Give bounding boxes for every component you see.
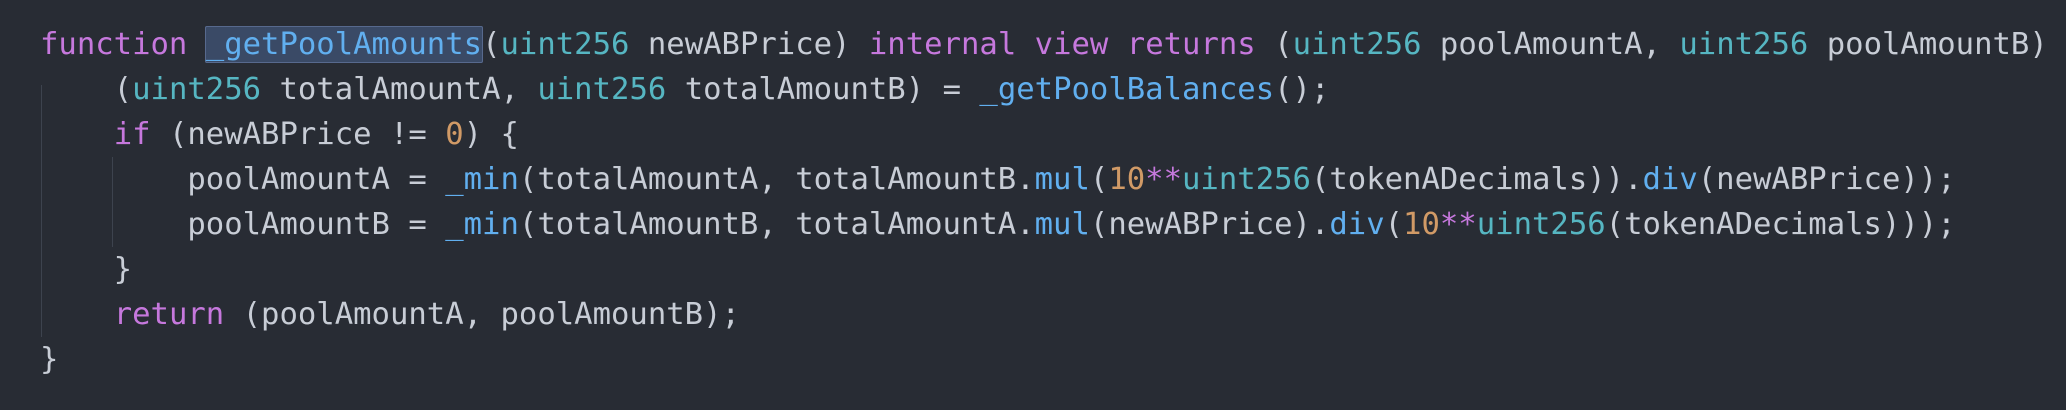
code-text: ) { [463,117,519,152]
number-token: 10 [1403,207,1440,242]
number-token: 0 [445,117,464,152]
code-text: (tokenADecimals)). [1310,162,1643,197]
code-text: ( [1089,162,1109,197]
code-text: poolAmountA, [1421,27,1680,62]
code-text: (poolAmountA, poolAmountB); [224,297,740,332]
code-text: totalAmountA, [261,72,538,107]
keyword-token: view [1034,27,1109,62]
function-name-token: mul [1034,207,1090,242]
code-line[interactable]: if (newABPrice != 0) { [40,112,2066,157]
function-name-token: div [1329,207,1385,242]
code-text: totalAmountB) = [666,72,980,107]
type-token: uint256 [1182,162,1311,197]
code-text: (tokenADecimals))); [1605,207,1956,242]
type-token: uint256 [1292,27,1422,62]
code-line[interactable]: } [40,247,2066,292]
type-token: uint256 [132,72,262,107]
code-text: } [40,252,133,287]
code-text: ( [1384,207,1404,242]
code-text: newABPrice) [629,27,869,62]
keyword-token: return [113,297,225,332]
function-name-token: _getPoolBalances [979,72,1275,107]
code-editor[interactable]: function _getPoolAmounts(uint256 newABPr… [0,0,2066,410]
operator-token: ** [1439,207,1477,242]
keyword-token: returns [1126,27,1256,62]
code-line[interactable]: (uint256 totalAmountA, uint256 totalAmou… [40,67,2066,112]
code-line[interactable]: poolAmountB = _min(totalAmountB, totalAm… [40,202,2066,247]
function-name-token: div [1642,162,1698,197]
keyword-token: internal [868,27,1017,62]
operator-token: ** [1145,162,1183,197]
type-token: uint256 [500,27,630,62]
code-text: (); [1274,72,1330,107]
code-block[interactable]: function _getPoolAmounts(uint256 newABPr… [40,22,2066,382]
code-text: (newABPrice)); [1697,162,1956,197]
code-text: } [40,342,59,377]
code-text: (totalAmountA, totalAmountB. [518,162,1035,197]
type-token: uint256 [537,72,667,107]
code-text: ( [40,72,133,107]
code-text: (newABPrice != [150,117,446,152]
code-text: ( [482,27,501,62]
code-text: ( [1255,27,1293,62]
code-text: (totalAmountB, totalAmountA. [518,207,1035,242]
number-token: 10 [1108,162,1146,197]
keyword-token: if [113,117,151,152]
code-line[interactable]: } [40,337,2066,382]
code-text: poolAmountB = [40,207,446,242]
code-text: (newABPrice). [1089,207,1330,242]
function-name-token: mul [1034,162,1090,197]
type-token: uint256 [1476,207,1606,242]
code-line[interactable]: poolAmountA = _min(totalAmountA, totalAm… [40,157,2066,202]
type-token: uint256 [1679,27,1809,62]
code-line[interactable]: function _getPoolAmounts(uint256 newABPr… [40,22,2066,67]
code-text: poolAmountB) { [1808,27,2066,62]
function-name-token: _min [445,162,519,197]
code-line[interactable]: return (poolAmountA, poolAmountB); [40,292,2066,337]
code-text: poolAmountA = [40,162,446,197]
function-name-token: _min [445,207,519,242]
keyword-token: function [40,27,188,62]
selected-function-name: _getPoolAmounts [204,26,484,63]
